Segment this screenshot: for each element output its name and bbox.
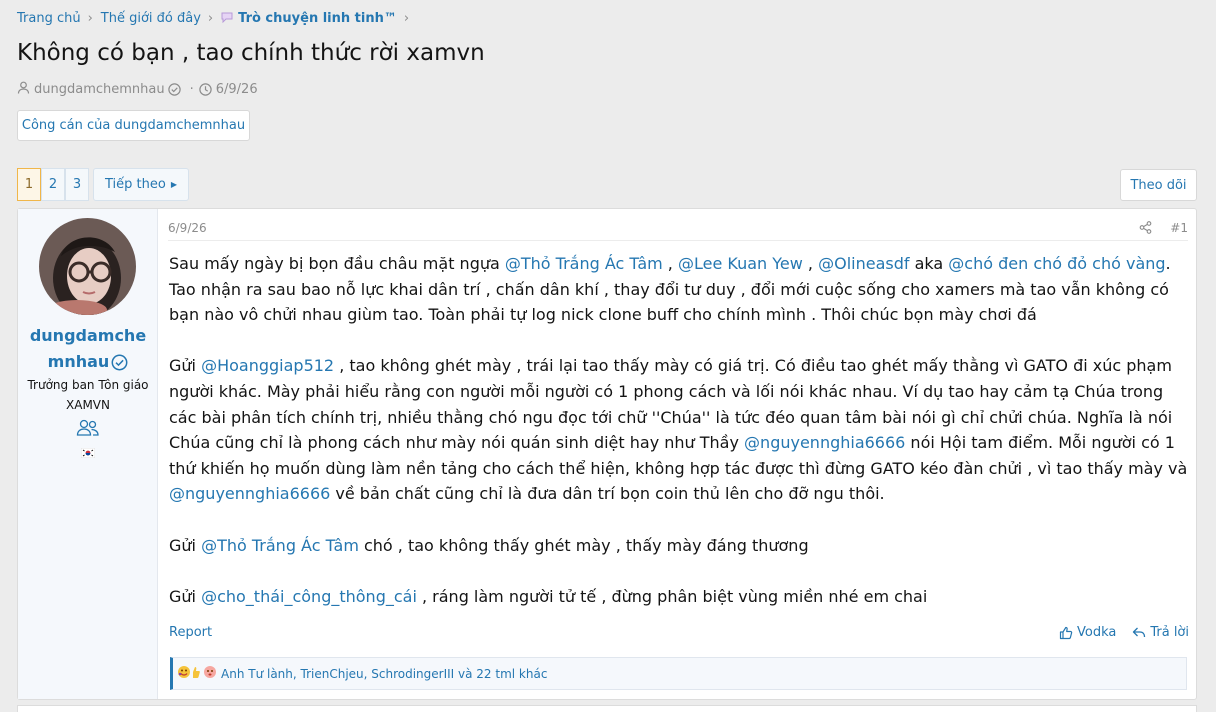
reply-label: Trả lời <box>1150 625 1189 640</box>
post-username-line2-wrap: mnhau <box>18 349 158 375</box>
post-text: Gửi <box>169 586 202 606</box>
check-circle-icon <box>167 83 185 96</box>
mention-link[interactable]: @cho_thái_công_thông_cái <box>201 587 417 606</box>
post-text: Sau mấy ngày bị bọn đầu châu mặt ngựa <box>169 254 505 273</box>
mention-link[interactable]: @Olineasdf <box>818 254 909 273</box>
post-header-divider <box>168 240 1188 241</box>
page-3-button[interactable]: 3 <box>65 168 89 201</box>
post-footer: Report Vodka Trả lời <box>169 625 1189 645</box>
post-text: Gửi <box>169 535 202 555</box>
post-text: chó , tao không thấy ghét mày , thấy mày… <box>358 535 809 555</box>
page-2-button[interactable]: 2 <box>41 168 65 201</box>
post-username[interactable]: dungdamche mnhau <box>18 323 158 375</box>
breadcrumb-home[interactable]: Trang chủ <box>17 11 81 26</box>
post-paragraph-3: Gửi @Thỏ Trắng Ác Tâm chó , tao không th… <box>169 533 1193 559</box>
mention-link[interactable]: @chó đen chó đỏ chó vàng <box>948 254 1165 273</box>
pagination: 1 2 3 Tiếp theo ▶ <box>17 168 189 201</box>
reaction-emoji-icons <box>177 665 217 682</box>
post-text: , ráng làm người tử tế , đừng phân biệt … <box>416 586 928 606</box>
page-1-button[interactable]: 1 <box>17 168 41 201</box>
report-link[interactable]: Report <box>169 625 212 640</box>
post-paragraph-1: Sau mấy ngày bị bọn đầu châu mặt ngựa @T… <box>169 251 1193 328</box>
breadcrumb: Trang chủ › Thế giới đó đây › Trò chuyện… <box>17 11 417 26</box>
thumbs-up-icon <box>1059 626 1073 640</box>
post-text: aka <box>909 254 949 273</box>
thread-author-link[interactable]: dungdamchemnhau <box>34 82 165 97</box>
check-circle-icon <box>111 354 128 371</box>
next-post-edge <box>17 705 1197 712</box>
post-user-panel: dungdamche mnhau Trưởng ban Tôn giáo XAM… <box>18 209 158 699</box>
mention-link[interactable]: @nguyennghia6666 <box>169 484 330 503</box>
thread-meta: dungdamchemnhau · 6/9/26 <box>17 81 258 98</box>
post-paragraph-4: Gửi @cho_thái_công_thông_cái , ráng làm … <box>169 584 1193 610</box>
post-user-title: Trưởng ban Tôn giáo XAMVN <box>18 375 158 415</box>
mention-link[interactable]: @nguyennghia6666 <box>744 433 905 452</box>
post-text: Gửi <box>169 356 202 376</box>
korea-flag-icon <box>80 447 96 462</box>
post: dungdamche mnhau Trưởng ban Tôn giáo XAM… <box>17 208 1197 700</box>
reactions-list: Anh Tư lành, TrienChjeu, SchrodingerIII … <box>221 666 548 681</box>
thread-date-link[interactable]: 6/9/26 <box>216 82 258 97</box>
reply-icon <box>1132 626 1146 639</box>
chevron-right-icon: › <box>403 11 410 26</box>
post-actions: Vodka Trả lời <box>1059 625 1189 640</box>
reply-button[interactable]: Trả lời <box>1132 625 1189 640</box>
reactions-bar[interactable]: Anh Tư lành, TrienChjeu, SchrodingerIII … <box>170 657 1187 690</box>
post-user-title-line1: Trưởng ban Tôn giáo <box>27 378 149 392</box>
follow-button[interactable]: Theo dõi <box>1120 169 1197 201</box>
chevron-right-icon: › <box>207 11 214 26</box>
next-page-label: Tiếp theo <box>105 177 166 192</box>
post-number-link[interactable]: #1 <box>1170 221 1188 235</box>
post-user-title-line2: XAMVN <box>66 398 110 412</box>
breadcrumb-forum-category[interactable]: Thế giới đó đây <box>101 11 201 26</box>
share-icon[interactable] <box>1139 221 1152 237</box>
chat-bubble-icon <box>221 12 233 26</box>
breadcrumb-forum[interactable]: Trò chuyện linh tinh™ <box>238 11 397 26</box>
mention-link[interactable]: @Thỏ Trắng Ác Tâm <box>505 254 663 273</box>
user-icon <box>17 81 34 98</box>
chevron-right-icon: › <box>87 11 93 26</box>
mention-link[interactable]: @Thỏ Trắng Ác Tâm <box>201 536 359 555</box>
react-button[interactable]: Vodka <box>1059 625 1116 640</box>
post-paragraph-2: Gửi @Hoanggiap512 , tao không ghét mày ,… <box>169 353 1193 507</box>
post-username-line2: mnhau <box>47 352 110 371</box>
author-content-button[interactable]: Công cán của dungdamchemnhau <box>17 110 250 141</box>
post-date-link[interactable]: 6/9/26 <box>168 221 207 235</box>
thread-title: Không có bạn , tao chính thức rời xamvn <box>17 40 485 66</box>
post-text: , <box>802 254 819 273</box>
next-page-button[interactable]: Tiếp theo ▶ <box>93 168 189 201</box>
clock-icon <box>199 83 216 96</box>
users-icon <box>76 419 100 441</box>
react-label: Vodka <box>1076 625 1117 640</box>
post-username-line1: dungdamche <box>29 326 147 345</box>
post-text: về bản chất cũng chỉ là đưa dân trí bọn … <box>330 484 885 504</box>
mention-link[interactable]: @Hoanggiap512 <box>201 356 334 375</box>
post-header: 6/9/26 #1 <box>168 221 1188 241</box>
meta-separator: · <box>189 82 194 97</box>
avatar[interactable] <box>39 218 136 315</box>
caret-right-icon: ▶ <box>170 180 177 189</box>
post-text: , <box>662 254 678 273</box>
mention-link[interactable]: @Lee Kuan Yew <box>678 254 803 273</box>
post-body: Sau mấy ngày bị bọn đầu châu mặt ngựa @T… <box>169 251 1193 635</box>
